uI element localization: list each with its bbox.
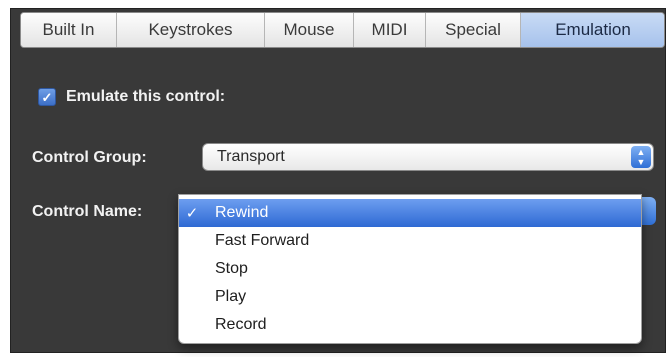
tab-midi[interactable]: MIDI: [354, 13, 426, 47]
emulate-control-checkbox[interactable]: ✓: [38, 88, 56, 106]
menu-item-stop[interactable]: Stop: [179, 255, 641, 283]
control-group-popup[interactable]: Transport ▲ ▼: [202, 143, 654, 171]
control-name-popup-edge[interactable]: [640, 197, 656, 225]
control-group-label: Control Group:: [32, 149, 147, 166]
menu-item-fast-forward[interactable]: Fast Forward: [179, 227, 641, 255]
control-name-menu: ✓ Rewind Fast Forward Stop Play Record: [178, 194, 642, 344]
tab-bar: Built In Keystrokes Mouse MIDI Special E…: [20, 12, 665, 48]
tab-mouse[interactable]: Mouse: [265, 13, 354, 47]
checkmark-icon: ✓: [185, 205, 199, 222]
control-group-value: Transport: [217, 148, 285, 165]
menu-item-rewind[interactable]: ✓ Rewind: [179, 199, 641, 227]
tab-emulation[interactable]: Emulation: [521, 13, 664, 47]
control-name-label: Control Name:: [32, 203, 143, 220]
tab-keystrokes[interactable]: Keystrokes: [117, 13, 265, 47]
emulate-control-row: ✓ Emulate this control:: [38, 88, 225, 106]
popup-arrows-icon: ▲ ▼: [631, 146, 651, 168]
tab-special[interactable]: Special: [426, 13, 521, 47]
emulate-control-label[interactable]: Emulate this control:: [66, 88, 225, 106]
menu-item-play[interactable]: Play: [179, 283, 641, 311]
menu-item-record[interactable]: Record: [179, 311, 641, 339]
tab-built-in[interactable]: Built In: [21, 13, 117, 47]
